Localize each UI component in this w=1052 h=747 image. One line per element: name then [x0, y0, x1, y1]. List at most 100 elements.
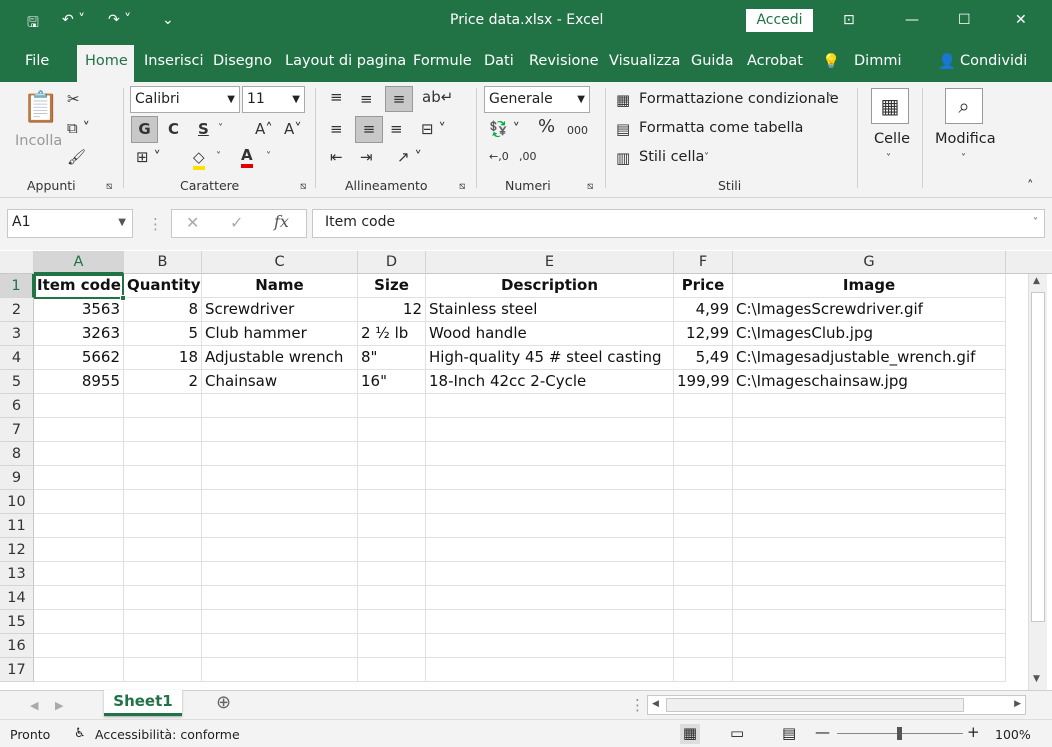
empty-cell[interactable] — [124, 418, 202, 442]
empty-cell[interactable] — [733, 490, 1006, 514]
table-cell[interactable]: 3263 — [34, 322, 124, 346]
tab-visualizza[interactable]: Visualizza — [609, 53, 680, 69]
tell-me-button[interactable]: Dimmi — [854, 53, 901, 69]
cell-styles-button[interactable]: Stili cella — [639, 149, 704, 165]
cells-icon[interactable]: ▦ — [871, 88, 909, 124]
header-cell[interactable]: Quantity — [124, 274, 202, 298]
empty-cell[interactable] — [426, 610, 674, 634]
format-painter-icon[interactable]: 🖌 — [67, 148, 86, 166]
copy-icon[interactable]: ⧉ ˅ — [67, 119, 90, 137]
dialog-launcher-icon[interactable]: ⧅ — [300, 178, 306, 196]
table-cell[interactable]: 4,99 — [674, 298, 733, 322]
chevron-down-icon[interactable]: ˅ — [961, 150, 966, 168]
empty-cell[interactable] — [358, 586, 426, 610]
column-header-d[interactable]: D — [358, 251, 426, 274]
table-cell[interactable]: 3563 — [34, 298, 124, 322]
empty-cell[interactable] — [733, 634, 1006, 658]
row-header-12[interactable]: 12 — [0, 538, 34, 562]
insert-function-icon[interactable]: fx — [274, 211, 289, 232]
fill-color-icon[interactable]: ◇ — [193, 148, 205, 170]
empty-cell[interactable] — [34, 538, 124, 562]
row-header-6[interactable]: 6 — [0, 394, 34, 418]
row-header-11[interactable]: 11 — [0, 514, 34, 538]
table-cell[interactable]: C:\ImagesClub.jpg — [733, 322, 1006, 346]
column-header-b[interactable]: B — [124, 251, 202, 274]
vertical-scrollbar[interactable]: ▲ ▼ — [1028, 274, 1047, 690]
column-header-f[interactable]: F — [674, 251, 733, 274]
row-header-16[interactable]: 16 — [0, 634, 34, 658]
empty-cell[interactable] — [34, 514, 124, 538]
empty-cell[interactable] — [358, 394, 426, 418]
empty-cell[interactable] — [426, 394, 674, 418]
empty-cell[interactable] — [426, 442, 674, 466]
table-cell[interactable]: C:\ImagesScrewdriver.gif — [733, 298, 1006, 322]
header-cell[interactable]: Price — [674, 274, 733, 298]
empty-cell[interactable] — [733, 418, 1006, 442]
table-cell[interactable]: 2 — [124, 370, 202, 394]
empty-cell[interactable] — [733, 442, 1006, 466]
font-name-field[interactable]: Calibri ▼ — [130, 86, 240, 113]
horizontal-scrollbar[interactable]: ◀ ▶ — [647, 695, 1026, 715]
align-right-icon[interactable]: ≡ — [390, 120, 403, 138]
scroll-left-icon[interactable]: ◀ — [652, 699, 659, 709]
scroll-up-icon[interactable]: ▲ — [1033, 276, 1040, 286]
empty-cell[interactable] — [124, 634, 202, 658]
tab-disegno[interactable]: Disegno — [213, 53, 272, 69]
decrease-font-icon[interactable]: A˅ — [284, 120, 302, 138]
align-middle-icon[interactable]: ≡ — [360, 90, 373, 108]
empty-cell[interactable] — [733, 514, 1006, 538]
empty-cell[interactable] — [34, 466, 124, 490]
increase-indent-icon[interactable]: ⇥ — [360, 148, 373, 166]
table-cell[interactable]: 8955 — [34, 370, 124, 394]
empty-cell[interactable] — [674, 634, 733, 658]
sheet-tab-active[interactable]: Sheet1 — [104, 690, 182, 716]
empty-cell[interactable] — [202, 514, 358, 538]
empty-cell[interactable] — [202, 490, 358, 514]
prev-sheet-icon[interactable]: ◀ — [30, 697, 38, 715]
row-header-8[interactable]: 8 — [0, 442, 34, 466]
row-header-13[interactable]: 13 — [0, 562, 34, 586]
tab-revisione[interactable]: Revisione — [529, 53, 599, 69]
empty-cell[interactable] — [202, 418, 358, 442]
empty-cell[interactable] — [674, 610, 733, 634]
page-break-icon[interactable]: ▤ — [782, 724, 796, 742]
chevron-down-icon[interactable]: ˅ — [828, 91, 833, 109]
cells-button[interactable]: Celle — [874, 131, 910, 147]
table-cell[interactable]: 5 — [124, 322, 202, 346]
empty-cell[interactable] — [674, 658, 733, 682]
table-cell[interactable]: High-quality 45 # steel casting — [426, 346, 674, 370]
conditional-format-icon[interactable]: ▦ — [616, 91, 630, 109]
empty-cell[interactable] — [34, 586, 124, 610]
row-header-15[interactable]: 15 — [0, 610, 34, 634]
table-cell[interactable]: 199,99 — [674, 370, 733, 394]
table-cell[interactable]: 12 — [358, 298, 426, 322]
empty-cell[interactable] — [202, 586, 358, 610]
table-cell[interactable]: Wood handle — [426, 322, 674, 346]
empty-cell[interactable] — [426, 538, 674, 562]
empty-cell[interactable] — [34, 418, 124, 442]
zoom-in-icon[interactable]: + — [967, 723, 980, 741]
empty-cell[interactable] — [674, 538, 733, 562]
table-cell[interactable]: 5,49 — [674, 346, 733, 370]
empty-cell[interactable] — [426, 586, 674, 610]
empty-cell[interactable] — [426, 658, 674, 682]
header-cell[interactable]: Size — [358, 274, 426, 298]
header-cell[interactable]: Description — [426, 274, 674, 298]
chevron-down-icon[interactable]: ˅ — [266, 148, 271, 166]
row-header-1[interactable]: 1 — [0, 274, 34, 298]
customize-toolbar-icon[interactable]: ⌄ — [162, 12, 174, 28]
empty-cell[interactable] — [124, 394, 202, 418]
table-cell[interactable]: Adjustable wrench — [202, 346, 358, 370]
column-header-c[interactable]: C — [202, 251, 358, 274]
empty-cell[interactable] — [674, 466, 733, 490]
align-bottom-icon[interactable]: ≡ — [385, 86, 413, 112]
table-cell[interactable]: 5662 — [34, 346, 124, 370]
empty-cell[interactable] — [202, 442, 358, 466]
empty-cell[interactable] — [674, 514, 733, 538]
zoom-out-icon[interactable]: — — [815, 723, 830, 741]
name-box[interactable]: A1 ▼ — [7, 209, 133, 238]
empty-cell[interactable] — [733, 394, 1006, 418]
empty-cell[interactable] — [202, 466, 358, 490]
empty-cell[interactable] — [426, 634, 674, 658]
empty-cell[interactable] — [674, 418, 733, 442]
